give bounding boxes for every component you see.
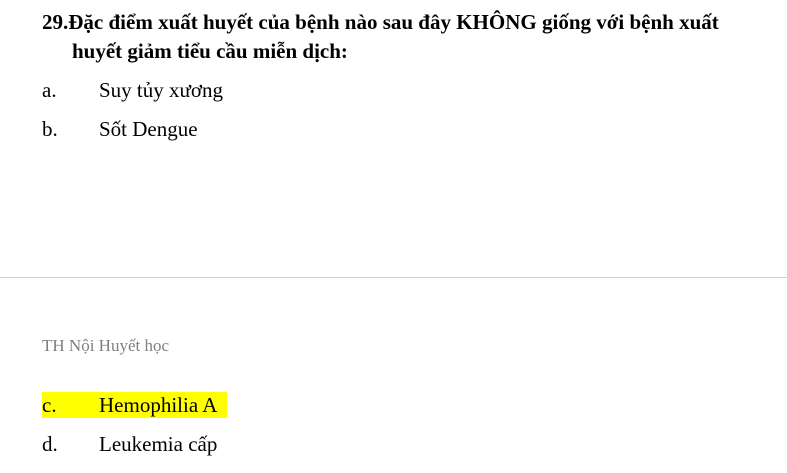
option-a[interactable]: a. Suy tủy xương xyxy=(42,77,223,103)
page-footer-text: TH Nội Huyết học xyxy=(42,336,170,355)
question-number: 29. xyxy=(42,10,69,34)
option-letter: b. xyxy=(42,117,58,141)
page-divider xyxy=(0,277,787,278)
option-text: Hemophilia A xyxy=(99,393,218,417)
option-text: Sốt Dengue xyxy=(99,117,198,141)
option-letter: c. xyxy=(42,393,57,417)
option-d[interactable]: d. Leukemia cấp xyxy=(42,431,217,457)
option-b[interactable]: b. Sốt Dengue xyxy=(42,116,198,142)
option-text: Suy tủy xương xyxy=(99,78,224,102)
option-c[interactable]: c. Hemophilia A xyxy=(42,392,227,418)
question-text: 29.Đặc điểm xuất huyết của bệnh nào sau … xyxy=(42,8,777,66)
option-text: Leukemia cấp xyxy=(99,432,218,456)
question-line-2: huyết giảm tiểu cầu miễn dịch: xyxy=(72,39,348,63)
option-letter: a. xyxy=(42,78,57,102)
option-letter: d. xyxy=(42,432,58,456)
question-line-1: Đặc điểm xuất huyết của bệnh nào sau đây… xyxy=(68,10,719,34)
